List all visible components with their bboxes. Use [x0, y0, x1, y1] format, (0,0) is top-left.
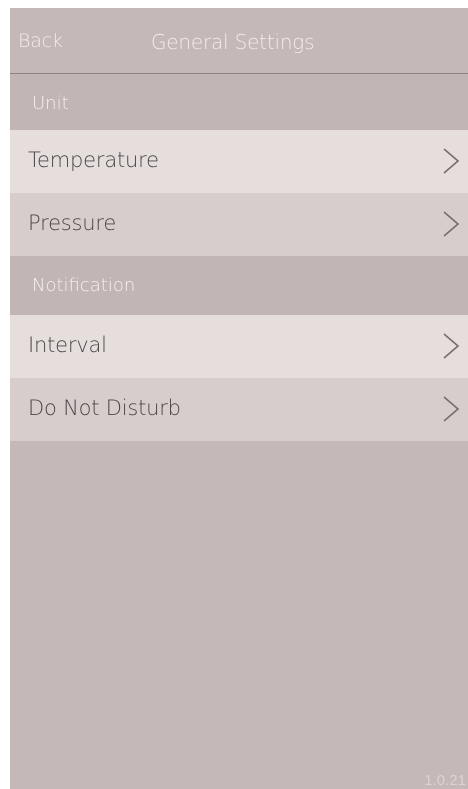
version-label: 1.0.21: [424, 772, 466, 789]
settings-row-interval[interactable]: Interval: [10, 315, 468, 378]
page-title: General Settings: [151, 30, 315, 54]
row-label: Interval: [28, 333, 107, 357]
section-header-notification: Notification: [10, 256, 468, 315]
row-label: Pressure: [28, 211, 117, 235]
row-label: Do Not Disturb: [28, 396, 181, 420]
settings-row-do-not-disturb[interactable]: Do Not Disturb: [10, 378, 468, 441]
settings-app: Back General Settings Unit Temperature P…: [10, 8, 468, 789]
settings-row-temperature[interactable]: Temperature: [10, 130, 468, 193]
screen: Back General Settings Unit Temperature P…: [0, 0, 468, 789]
row-label: Temperature: [28, 148, 159, 172]
section-label: Unit: [32, 93, 69, 114]
section-header-unit: Unit: [10, 74, 468, 130]
navigation-bar: Back General Settings: [10, 8, 468, 74]
settings-row-pressure[interactable]: Pressure: [10, 193, 468, 256]
section-label: Notification: [32, 275, 136, 296]
chevron-right-icon: [443, 396, 460, 422]
back-button[interactable]: Back: [18, 30, 63, 52]
chevron-right-icon: [443, 333, 460, 359]
chevron-right-icon: [443, 148, 460, 174]
chevron-right-icon: [443, 211, 460, 237]
